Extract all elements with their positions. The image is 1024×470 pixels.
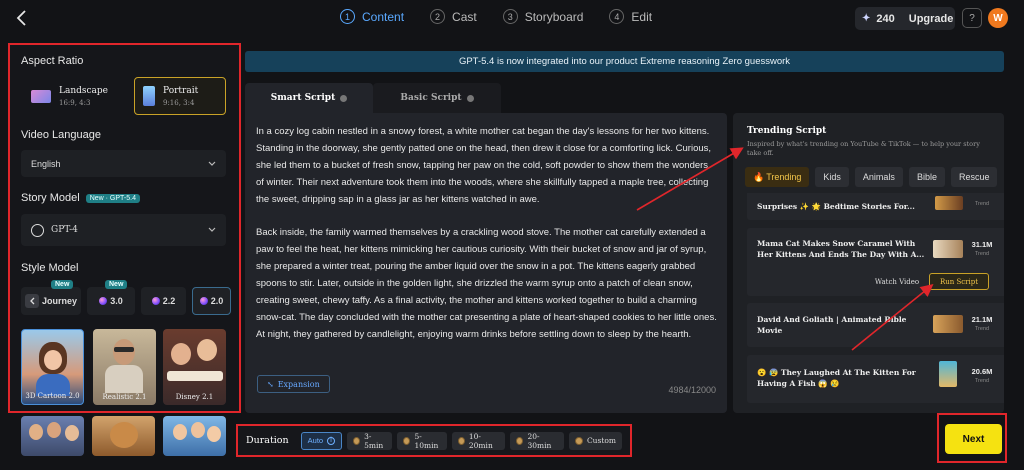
coin-icon	[353, 436, 361, 445]
annotation-arrows	[636, 147, 934, 351]
coin-icon	[516, 436, 524, 445]
coin-icon	[457, 436, 465, 445]
duration-20-30min[interactable]: 20-30min	[510, 431, 564, 450]
coin-icon	[574, 436, 583, 445]
duration-auto[interactable]: Auto i	[300, 431, 343, 450]
next-button[interactable]: Next	[945, 424, 1002, 454]
duration-3-5min[interactable]: 3-5min	[347, 431, 393, 450]
duration-bar: Duration Auto i 3-5min 5-10min 10-20min 2…	[236, 424, 632, 457]
duration-label: Duration	[246, 435, 289, 446]
duration-custom[interactable]: Custom	[568, 431, 622, 450]
coin-icon	[403, 436, 411, 445]
info-icon: i	[327, 436, 336, 445]
duration-10-20min[interactable]: 10-20min	[451, 431, 506, 450]
duration-5-10min[interactable]: 5-10min	[397, 431, 447, 450]
